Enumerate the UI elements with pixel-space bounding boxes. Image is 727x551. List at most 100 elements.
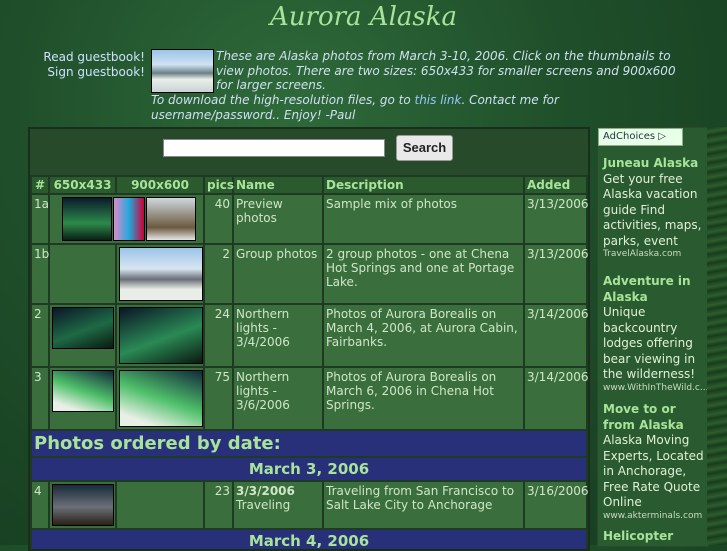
row-name: Northern lights - 3/6/2006: [232, 366, 324, 431]
ad-url[interactable]: www.akterminals.com: [603, 511, 708, 522]
ad-url[interactable]: TravelAlaska.com: [603, 249, 708, 260]
row-id: 2: [30, 303, 50, 368]
thumbnail-aurora[interactable]: [62, 197, 112, 241]
thumbnail-aurora[interactable]: [119, 307, 203, 364]
ad-item[interactable]: Move to or from Alaska Alaska Moving Exp…: [603, 402, 708, 522]
ad-body: Alaska Moving Experts, Located in Anchor…: [603, 433, 704, 509]
thumbnail-skis[interactable]: [113, 197, 145, 241]
thumbnail-airplane[interactable]: [52, 484, 114, 526]
row-date: 3/3/2006: [236, 484, 295, 498]
download-text: To download the high-resolution files, g…: [151, 93, 671, 122]
row-pics: 2: [203, 243, 234, 305]
ad-title[interactable]: Move to or from Alaska: [603, 402, 708, 433]
thumb-650-cell: [48, 480, 117, 530]
row-added: 3/13/2006: [523, 243, 588, 305]
table-row: 1a 40 Preview photos Sample mix of photo…: [30, 193, 588, 245]
thumb-900-cell: [115, 366, 205, 431]
col-header-900: 900x600: [115, 175, 205, 195]
group-photo-thumbnail[interactable]: [151, 49, 214, 93]
thumb-900-cell: [115, 480, 205, 530]
search-button[interactable]: Search: [396, 135, 453, 161]
row-added: 3/13/2006: [523, 193, 588, 245]
section-heading-row: Photos ordered by date:: [30, 429, 588, 458]
row-pics: 23: [203, 480, 234, 530]
album-link[interactable]: Preview photos: [236, 197, 283, 225]
thumb-900-cell: [115, 243, 205, 305]
ad-url[interactable]: www.WithInTheWild.c...: [603, 383, 708, 394]
row-id: 1b: [30, 243, 50, 305]
ad-title[interactable]: Juneau Alaska: [603, 156, 708, 172]
row-description: Sample mix of photos: [322, 193, 525, 245]
ad-item[interactable]: Adventure in Alaska Unique backcountry l…: [603, 274, 708, 394]
row-description: Traveling from San Francisco to Salt Lak…: [322, 480, 525, 530]
row-pics: 40: [203, 193, 234, 245]
thumbnail-aurora[interactable]: [52, 370, 114, 412]
date-heading-row: March 3, 2006: [30, 456, 588, 482]
download-prefix: To download the high-resolution files, g…: [151, 93, 411, 107]
album-table: # 650x433 900x600 pics Name Description …: [30, 175, 588, 549]
gallery-panel: Search # 650x433 900x600 pics Name Descr…: [28, 127, 590, 551]
col-header-pics: pics: [203, 175, 234, 195]
album-link[interactable]: Traveling: [236, 498, 290, 512]
row-name: Group photos: [232, 243, 324, 305]
ad-item[interactable]: Helicopter: [603, 529, 708, 545]
table-row: 2 24 Northern lights - 3/4/2006 Photos o…: [30, 303, 588, 368]
row-description: Photos of Aurora Borealis on March 6, 20…: [322, 366, 525, 431]
section-heading: Photos ordered by date:: [30, 429, 588, 458]
album-link[interactable]: Group photos: [236, 247, 317, 261]
row-pics: 75: [203, 366, 234, 431]
date-heading: March 3, 2006: [30, 456, 588, 482]
table-row: 3 75 Northern lights - 3/6/2006 Photos o…: [30, 366, 588, 431]
ad-title[interactable]: Helicopter: [603, 529, 708, 545]
thumb-650-cell: [48, 303, 117, 368]
adchoices-label: AdChoices: [603, 131, 656, 142]
table-header-row: # 650x433 900x600 pics Name Description …: [30, 175, 588, 195]
guestbook-links: Read guestbook! Sign guestbook!: [43, 50, 145, 80]
thumb-650-cell: [48, 366, 117, 431]
thumb-900-cell: [115, 303, 205, 368]
ad-body: Unique backcountry lodges offering bear …: [603, 305, 696, 381]
row-added: 3/14/2006: [523, 366, 588, 431]
table-row: 4 23 3/3/2006 Traveling Traveling from Sa…: [30, 480, 588, 530]
sign-guestbook-link[interactable]: Sign guestbook!: [43, 65, 145, 80]
col-header-name: Name: [232, 175, 324, 195]
row-id: 1a: [30, 193, 50, 245]
col-header-650: 650x433: [48, 175, 117, 195]
thumbnail-elk[interactable]: [146, 197, 196, 241]
row-description: Photos of Aurora Borealis on March 4, 20…: [322, 303, 525, 368]
adchoices-icon: ▷: [658, 131, 666, 142]
page-title: Aurora Alaska: [270, 2, 457, 32]
preview-thumbnails-cell: [48, 193, 205, 245]
thumbnail-group[interactable]: [119, 247, 203, 301]
row-added: 3/14/2006: [523, 303, 588, 368]
thumb-650-cell: [48, 243, 117, 305]
adchoices-badge[interactable]: AdChoices ▷: [598, 128, 683, 146]
row-id: 3: [30, 366, 50, 431]
read-guestbook-link[interactable]: Read guestbook!: [43, 50, 145, 65]
table-row: 1b 2 Group photos 2 group photos - one a…: [30, 243, 588, 305]
row-added: 3/16/2006: [523, 480, 588, 530]
ad-sidebar: AdChoices ▷ Juneau Alaska Get your free …: [597, 127, 709, 547]
thumbnail-aurora[interactable]: [52, 307, 114, 349]
date-heading: March 4, 2006: [30, 528, 588, 549]
row-name: Northern lights - 3/4/2006: [232, 303, 324, 368]
album-link[interactable]: Northern lights - 3/4/2006: [236, 307, 290, 349]
download-link[interactable]: this link: [415, 93, 462, 107]
row-id: 4: [30, 480, 50, 530]
row-name: 3/3/2006 Traveling: [232, 480, 324, 530]
ad-title[interactable]: Adventure in Alaska: [603, 274, 708, 305]
decorative-trees: [707, 127, 727, 545]
intro-text: These are Alaska photos from March 3-10,…: [216, 49, 676, 92]
col-header-added: Added: [523, 175, 588, 195]
search-row: Search: [30, 129, 588, 179]
col-header-description: Description: [322, 175, 525, 195]
row-pics: 24: [203, 303, 234, 368]
row-name: Preview photos: [232, 193, 324, 245]
ad-body: Get your free Alaska vacation guide Find…: [603, 171, 702, 248]
album-link[interactable]: Northern lights - 3/6/2006: [236, 370, 290, 412]
search-input[interactable]: [163, 139, 385, 157]
thumbnail-aurora[interactable]: [119, 370, 203, 427]
ad-item[interactable]: Juneau Alaska Get your free Alaska vacat…: [603, 156, 708, 260]
row-description: 2 group photos - one at Chena Hot Spring…: [322, 243, 525, 305]
date-heading-row: March 4, 2006: [30, 528, 588, 549]
